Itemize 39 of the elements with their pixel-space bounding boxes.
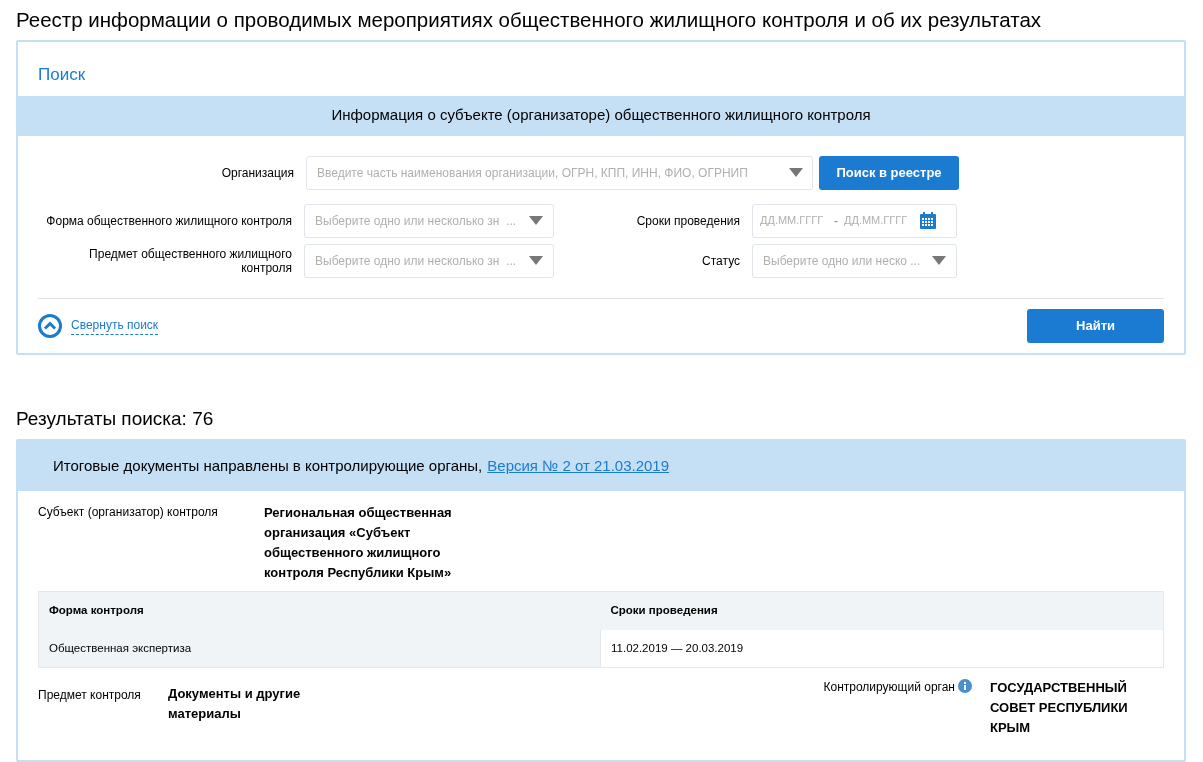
authority-label: Контролирующий орган [823,679,955,696]
caret-icon [789,167,803,177]
column-header: Сроки проведения [600,591,1164,630]
collapse-search-link[interactable]: Свернуть поиск [71,316,159,335]
field-label: Форма общественного жилищного контроля [45,213,293,228]
column-header: Форма контроля [38,591,601,630]
date-range-field[interactable]: ДД.ММ.ГГГГ - ДД.ММ.ГГГГ [752,203,957,238]
table-cell: Общественная экспертиза [38,629,601,668]
authority-value: ГОСУДАРСТВЕННЫЙ СОВЕТ РЕСПУБЛИКИ КРЫМ [989,679,1129,737]
field-label: Сроки проведения [635,213,741,228]
date-from-input[interactable]: ДД.ММ.ГГГГ [760,212,828,229]
dropdown-field[interactable]: Выберите одно или несколько зн ... [304,243,554,278]
info-icon[interactable] [958,679,972,693]
table-cell: 11.02.2019 — 20.03.2019 [600,629,1164,668]
field-label: Предмет общественного жилищного контроля [88,246,293,275]
subject-label: Субъект (организатор) контроля [38,504,219,521]
results-heading: Результаты поиска: 76 [16,406,215,431]
status-text: Итоговые документы направлены в контролирующие органы, [53,455,483,476]
date-to-input[interactable]: ДД.ММ.ГГГГ [844,212,914,229]
version-link[interactable]: Версия № 2 от 21.03.2019 [487,454,670,478]
find-button[interactable]: Найти [1027,308,1164,343]
panel-title: Поиск [37,64,87,86]
subject-value: Региональная общественная организация «Субъект общественного жилищного контроля Республики Крым» [264,504,453,582]
dropdown-field[interactable]: Выберите одно или неско ... [752,243,957,278]
registry-search-button[interactable]: Поиск в реестре [819,155,959,190]
field-label: Организация [220,164,295,182]
page-title: Реестр информации о проводимых мероприятиях общественного жилищного контроля и об их результатах [16,7,1043,33]
caret-icon [529,216,543,225]
range-separator: - [834,212,838,230]
calendar-icon[interactable] [920,212,936,229]
dropdown-field[interactable]: Выберите одно или несколько зн ... [304,203,554,238]
section-header-text: Информация о субъекте (организаторе) общественного жилищного контроля [331,105,871,126]
organization-field[interactable]: Введите часть наименования организации, ОГРН, КПП, ИНН, ФИО, ОГРНИП [306,155,813,190]
matter-value: Документы и другие материалы [168,685,302,723]
caret-icon [932,256,946,265]
matter-label: Предмет контроля [38,687,142,704]
field-label: Статус [701,253,741,268]
chevron-up-icon[interactable] [38,313,62,338]
caret-icon [529,256,543,265]
